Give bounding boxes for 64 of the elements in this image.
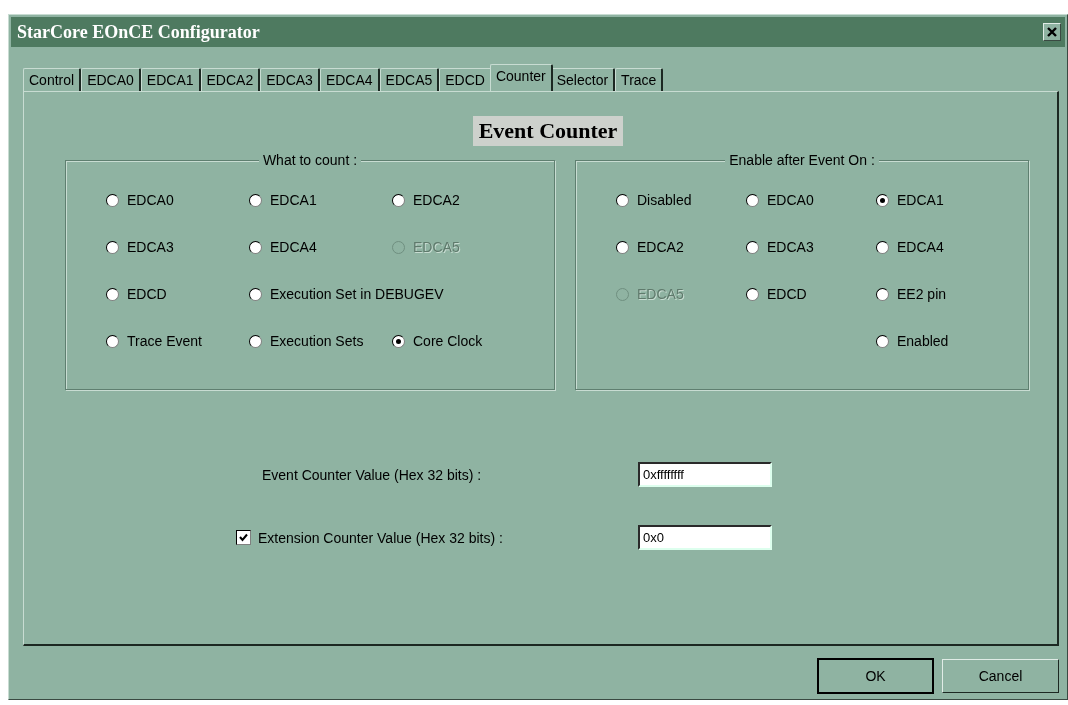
radio-button[interactable] — [106, 193, 119, 207]
radio-label: EDCA3 — [767, 239, 814, 255]
radio-label: EDCA0 — [767, 192, 814, 208]
checkbox[interactable] — [236, 530, 251, 545]
radio-label: EDCA1 — [897, 192, 944, 208]
radio-button[interactable] — [876, 334, 889, 348]
radio-button[interactable] — [616, 240, 629, 254]
radio-button[interactable] — [876, 240, 889, 254]
input-field[interactable]: 0x0 — [638, 525, 772, 550]
cancel-button[interactable]: Cancel — [942, 659, 1059, 693]
ok-button[interactable]: OK — [818, 659, 933, 693]
radio-button[interactable] — [746, 287, 759, 301]
radio-label: EDCA3 — [127, 239, 174, 255]
radio-label: EDCA4 — [897, 239, 944, 255]
radio-label: EDCD — [767, 286, 807, 302]
radio-button[interactable] — [616, 193, 629, 207]
input-field[interactable]: 0xffffffff — [638, 462, 772, 487]
radio-label: EDCD — [127, 286, 167, 302]
tab[interactable]: EDCA3 — [260, 68, 320, 91]
radio-button[interactable] — [249, 240, 262, 254]
radio-label: EDCA1 — [270, 192, 317, 208]
window-title: StarCore EOnCE Configurator — [17, 21, 260, 43]
radio-button[interactable] — [392, 334, 405, 348]
radio-button[interactable] — [746, 240, 759, 254]
panel-heading: Event Counter — [472, 116, 624, 146]
radio-button[interactable] — [106, 334, 119, 348]
tab[interactable]: EDCA1 — [140, 68, 201, 91]
tab[interactable]: Selector — [550, 68, 616, 91]
group-title: What to count : — [258, 152, 362, 168]
radio-label: EDCA4 — [270, 239, 317, 255]
tab[interactable]: Control — [23, 68, 82, 91]
radio-button[interactable] — [106, 240, 119, 254]
radio-label: Execution Sets — [270, 333, 364, 349]
tab[interactable]: EDCA4 — [319, 68, 380, 91]
radio-label: EDCA2 — [637, 239, 684, 255]
radio-button[interactable] — [876, 193, 889, 207]
radio-button[interactable] — [876, 287, 889, 301]
radio-button[interactable] — [392, 193, 405, 207]
radio-label: EDCA0 — [127, 192, 174, 208]
tab[interactable]: EDCA5 — [379, 68, 440, 91]
field-label: Extension Counter Value (Hex 32 bits) : — [258, 529, 504, 546]
radio-button[interactable] — [746, 193, 759, 207]
radio-label: Enabled — [897, 333, 949, 349]
field-label: Event Counter Value (Hex 32 bits) : — [261, 466, 483, 483]
radio-label: EDCA2 — [413, 192, 460, 208]
radio-label: EE2 pin — [897, 286, 947, 302]
tab[interactable]: EDCA0 — [81, 68, 141, 91]
group-title: Enable after Event On : — [725, 152, 879, 168]
radio-label: Trace Event — [127, 333, 202, 349]
radio-button[interactable] — [106, 287, 119, 301]
tab[interactable]: Trace — [615, 68, 664, 91]
radio-label: Core Clock — [413, 333, 483, 349]
radio-label: Disabled — [637, 192, 692, 208]
radio-button[interactable] — [249, 287, 262, 301]
radio-label: EDCA5 — [637, 286, 684, 302]
close-button[interactable] — [1043, 23, 1061, 41]
tab[interactable]: EDCD — [439, 68, 492, 91]
radio-label: Execution Set in DEBUGEV — [270, 286, 444, 302]
tab[interactable]: EDCA2 — [200, 68, 261, 91]
tab[interactable]: Counter — [489, 64, 553, 91]
radio-button[interactable] — [249, 193, 262, 207]
radio-label: EDCA5 — [413, 239, 460, 255]
radio-button[interactable] — [249, 334, 262, 348]
close-icon — [1047, 27, 1057, 37]
